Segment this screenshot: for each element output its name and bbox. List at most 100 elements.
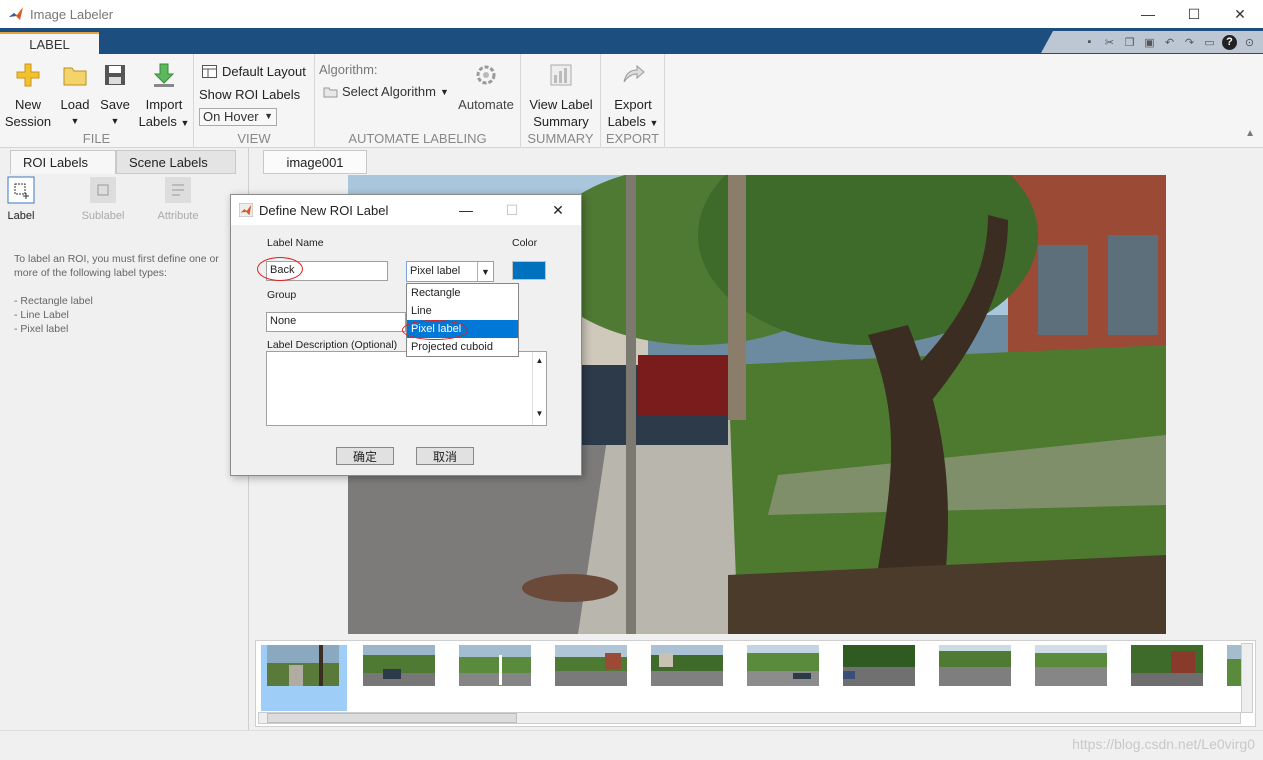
group-dropdown[interactable]: None <box>266 312 406 332</box>
view-section: Default Layout Show ROI Labels On Hover … <box>194 54 315 148</box>
thumbnail[interactable] <box>267 645 339 686</box>
thumbnail[interactable] <box>843 645 915 686</box>
default-layout-label: Default Layout <box>222 64 306 79</box>
option-line[interactable]: Line <box>407 302 518 320</box>
copy-icon[interactable]: ❐ <box>1122 35 1137 50</box>
view-label-summary-label-1: View Label <box>529 97 593 112</box>
show-roi-labels-dropdown[interactable]: On Hover ▼ <box>199 108 277 126</box>
import-arrow-icon <box>153 63 175 87</box>
textarea-scrollbar[interactable]: ▲ ▼ <box>532 352 546 425</box>
attribute-tool-button[interactable]: Attribute <box>153 176 203 222</box>
view-label-summary-button[interactable]: View Label Summary <box>525 62 597 130</box>
scrollbar-thumb[interactable] <box>267 713 517 723</box>
tab-scene-labels[interactable]: Scene Labels <box>116 150 236 174</box>
define-roi-label-dialog: Define New ROI Label — ☐ ✕ Label Name Ba… <box>230 194 582 476</box>
thumbnail-image <box>459 645 531 686</box>
cancel-button[interactable]: 取消 <box>416 447 474 465</box>
filmstrip-vertical-scrollbar[interactable] <box>1241 643 1253 713</box>
thumbnail[interactable] <box>363 645 435 686</box>
paste-icon[interactable]: ▣ <box>1142 35 1157 50</box>
on-hover-value: On Hover <box>203 109 259 124</box>
option-pixel-label[interactable]: Pixel label <box>407 320 518 338</box>
ok-button[interactable]: 确定 <box>336 447 394 465</box>
scroll-up-icon[interactable]: ▲ <box>533 356 546 365</box>
folder-icon <box>323 87 338 97</box>
sublabel-tool-button[interactable]: Sublabel <box>78 176 128 222</box>
thumbnail-image <box>555 645 627 686</box>
thumbnail[interactable] <box>651 645 723 686</box>
help-item-pixel: - Pixel label <box>14 323 69 335</box>
help-icon[interactable]: ? <box>1222 34 1237 50</box>
help-item-line: - Line Label <box>14 309 69 321</box>
title-bar: Image Labeler — ☐ ✕ <box>0 0 1263 28</box>
color-swatch-button[interactable] <box>512 261 546 280</box>
load-label: Load <box>60 97 90 112</box>
minimize-button[interactable]: — <box>1125 0 1171 28</box>
thumbnail-image <box>939 645 1011 686</box>
import-labels-label-1: Import <box>145 97 183 112</box>
switch-windows-icon[interactable]: ▭ <box>1202 35 1217 50</box>
filmstrip-horizontal-scrollbar[interactable] <box>258 712 1241 724</box>
caret-down-icon: ▼ <box>110 116 120 126</box>
export-labels-label-1: Export <box>614 97 652 112</box>
chevron-down-icon: ▼ <box>477 262 493 281</box>
export-labels-button[interactable]: Export Labels ▼ <box>605 62 661 132</box>
view-label-summary-label-2: Summary <box>533 114 589 129</box>
summary-chart-icon <box>550 64 572 86</box>
caret-down-icon: ▼ <box>264 111 273 121</box>
save-label: Save <box>100 97 130 112</box>
tab-label[interactable]: LABEL <box>0 32 99 54</box>
load-button[interactable]: Load ▼ <box>56 62 94 130</box>
option-rectangle[interactable]: Rectangle <box>407 284 518 302</box>
import-labels-button[interactable]: Import Labels ▼ <box>138 62 190 132</box>
automate-gear-icon <box>476 65 496 85</box>
matlab-logo-icon <box>9 7 23 20</box>
collapse-ribbon-icon[interactable]: ▲ <box>1245 128 1255 139</box>
default-layout-button[interactable]: Default Layout <box>202 64 306 79</box>
save-button[interactable]: Save ▼ <box>96 62 134 130</box>
thumbnail-filmstrip <box>255 640 1256 727</box>
folder-icon <box>63 67 87 86</box>
thumbnail[interactable] <box>939 645 1011 686</box>
label-name-input[interactable]: Back <box>266 261 388 281</box>
tab-roi-labels[interactable]: ROI Labels <box>10 150 116 174</box>
scroll-down-icon[interactable]: ▼ <box>533 409 546 418</box>
help-intro: To label an ROI, you must first define o… <box>14 253 219 279</box>
close-button[interactable]: ✕ <box>1217 0 1263 28</box>
undo-icon[interactable]: ↶ <box>1162 35 1177 50</box>
dialog-maximize-button[interactable]: ☐ <box>489 195 535 225</box>
redo-icon[interactable]: ↷ <box>1182 35 1197 50</box>
thumbnail[interactable] <box>1035 645 1107 686</box>
sublabel-tool-label: Sublabel <box>81 210 125 222</box>
save-icon[interactable]: ▪ <box>1082 35 1097 50</box>
cut-icon[interactable]: ✂ <box>1102 35 1117 50</box>
ribbon: New Session Load ▼ Save ▼ Import Labels … <box>0 54 1263 148</box>
add-label-icon <box>7 176 35 204</box>
select-algorithm-button[interactable]: Select Algorithm ▼ <box>323 84 449 99</box>
thumbnail[interactable] <box>1131 645 1203 686</box>
label-description-textarea[interactable]: ▲ ▼ <box>266 351 547 426</box>
maximize-button[interactable]: ☐ <box>1171 0 1217 28</box>
label-type-value: Pixel label <box>410 265 461 277</box>
summary-section-title: SUMMARY <box>527 131 594 146</box>
label-type-dropdown[interactable]: Pixel label ▼ <box>406 261 494 282</box>
thumbnail[interactable] <box>747 645 819 686</box>
floppy-disk-icon <box>105 65 125 85</box>
automate-button[interactable]: Automate <box>455 62 517 113</box>
label-tool-button[interactable]: Label <box>0 176 46 222</box>
option-projected-cuboid[interactable]: Projected cuboid <box>407 338 518 356</box>
export-labels-label-2: Labels ▼ <box>607 114 659 129</box>
dialog-title-bar: Define New ROI Label — ☐ ✕ <box>231 195 581 225</box>
algorithm-caption: Algorithm: <box>319 62 378 77</box>
thumbnail[interactable] <box>555 645 627 686</box>
tab-image001[interactable]: image001 <box>263 150 367 174</box>
dialog-minimize-button[interactable]: — <box>443 195 489 225</box>
chevron-down-icon[interactable]: ⊙ <box>1242 35 1257 50</box>
new-session-button[interactable]: New Session <box>4 62 52 130</box>
thumbnail[interactable] <box>459 645 531 686</box>
roi-help-text: To label an ROI, you must first define o… <box>14 252 239 336</box>
thumbnail-image <box>747 645 819 686</box>
select-algorithm-label: Select Algorithm <box>342 84 436 99</box>
dialog-close-button[interactable]: ✕ <box>535 195 581 225</box>
thumbnail-image <box>363 645 435 686</box>
